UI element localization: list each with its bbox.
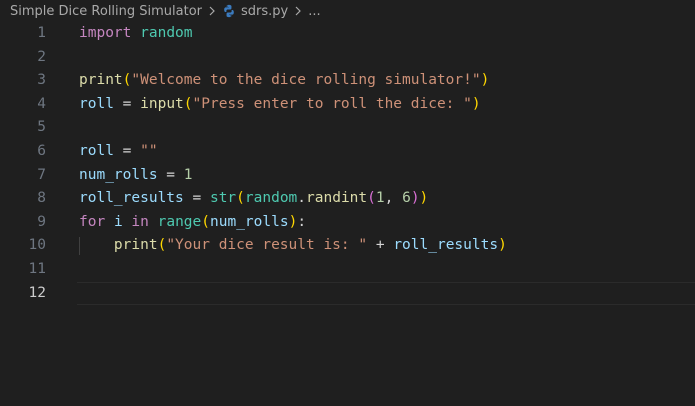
line-number: 3	[37, 72, 46, 89]
code-token: )	[288, 213, 298, 230]
code-token: (	[183, 95, 193, 112]
code-text: print("Welcome to the dice rolling simul…	[79, 69, 489, 93]
line-number: 10	[28, 237, 46, 254]
code-line[interactable]: 12	[0, 281, 695, 306]
code-token: =	[157, 166, 184, 183]
code-token: print	[79, 72, 123, 89]
code-token: (	[201, 213, 210, 230]
code-token: num_rolls	[210, 213, 289, 230]
code-token: 1	[375, 190, 385, 207]
code-token: :	[297, 213, 307, 230]
code-text: roll_results = str(random.randint(1, 6))	[79, 187, 428, 211]
python-file-icon	[224, 4, 234, 18]
line-number: 6	[37, 142, 46, 159]
code-token: )	[498, 237, 507, 254]
breadcrumb-file[interactable]: sdrs.py	[241, 4, 288, 19]
code-token: (	[367, 190, 376, 207]
code-line[interactable]: 10 print("Your dice result is: " + roll_…	[0, 234, 695, 258]
code-token: 1	[183, 166, 193, 183]
line-number: 2	[37, 48, 46, 65]
breadcrumb: Simple Dice Rolling Simulator sdrs.py ..…	[0, 0, 695, 22]
code-editor[interactable]: Simple Dice Rolling Simulator sdrs.py ..…	[0, 0, 695, 406]
code-token: random	[244, 190, 298, 207]
code-token: =	[113, 95, 141, 112]
chevron-right-icon	[209, 6, 215, 16]
code-token: random	[140, 25, 193, 41]
code-token: input	[140, 95, 184, 112]
code-text: roll = input("Press enter to roll the di…	[79, 93, 481, 117]
code-line[interactable]: 4 roll = input("Press enter to roll the d…	[0, 93, 695, 117]
code-token: +	[367, 237, 394, 254]
line-number: 7	[37, 166, 46, 183]
code-area[interactable]: 1 import random 2 3 print("Welcome to the di…	[0, 22, 695, 305]
code-token: (	[157, 237, 167, 254]
line-number: 5	[37, 119, 46, 136]
code-token: =	[183, 190, 210, 207]
code-token: =	[113, 142, 141, 159]
code-token: "Press enter to roll the dice: "	[192, 95, 472, 112]
code-token: ,	[384, 190, 403, 207]
code-token: roll	[79, 95, 114, 112]
code-token: )	[419, 190, 429, 207]
code-token: import	[79, 25, 132, 41]
code-token: "Welcome to the dice rolling simulator!"	[131, 72, 481, 89]
code-token: i	[113, 213, 123, 230]
code-token: in	[131, 213, 149, 230]
code-text: num_rolls = 1	[79, 164, 193, 188]
code-token: )	[480, 72, 490, 89]
code-line[interactable]: 2	[0, 46, 695, 70]
chevron-right-icon	[295, 6, 302, 16]
line-number: 9	[37, 213, 46, 230]
code-text: for i in range(num_rolls):	[79, 211, 306, 235]
code-line[interactable]: 8 roll_results = str(random.randint(1, 6)…	[0, 187, 695, 211]
breadcrumb-folder[interactable]: Simple Dice Rolling Simulator	[10, 4, 202, 19]
code-token: roll_results	[393, 237, 499, 254]
breadcrumb-symbols[interactable]: ...	[308, 4, 320, 19]
code-token: str	[209, 190, 237, 207]
code-line[interactable]: 9 for i in range(num_rolls):	[0, 211, 695, 235]
code-token: .	[297, 190, 307, 207]
code-token: for	[79, 213, 106, 230]
code-token: range	[157, 213, 202, 230]
code-text: import random	[79, 22, 193, 46]
code-line[interactable]: 1 import random	[0, 22, 695, 46]
code-token: "Your dice result is: "	[166, 237, 368, 254]
code-token: 6	[402, 190, 411, 207]
code-token: ""	[140, 142, 158, 159]
code-text: roll = ""	[79, 140, 158, 164]
line-number: 4	[37, 95, 46, 112]
code-line[interactable]: 6 roll = ""	[0, 140, 695, 164]
code-text: print("Your dice result is: " + roll_res…	[79, 234, 507, 258]
code-token: num_rolls	[79, 166, 158, 183]
code-line[interactable]: 3 print("Welcome to the dice rolling simu…	[0, 69, 695, 93]
code-token: )	[410, 190, 420, 207]
code-token: roll_results	[79, 190, 184, 207]
code-line[interactable]: 5	[0, 116, 695, 140]
line-number: 8	[37, 190, 46, 207]
code-token: (	[236, 190, 245, 207]
code-line[interactable]: 7 num_rolls = 1	[0, 164, 695, 188]
line-number: 1	[37, 25, 46, 41]
code-token: randint	[306, 190, 368, 207]
code-token: roll	[79, 142, 114, 159]
code-token: print	[113, 237, 158, 254]
code-token: )	[471, 95, 481, 112]
line-number: 11	[28, 260, 46, 277]
code-line[interactable]: 11	[0, 258, 695, 282]
line-number: 12	[28, 284, 46, 301]
